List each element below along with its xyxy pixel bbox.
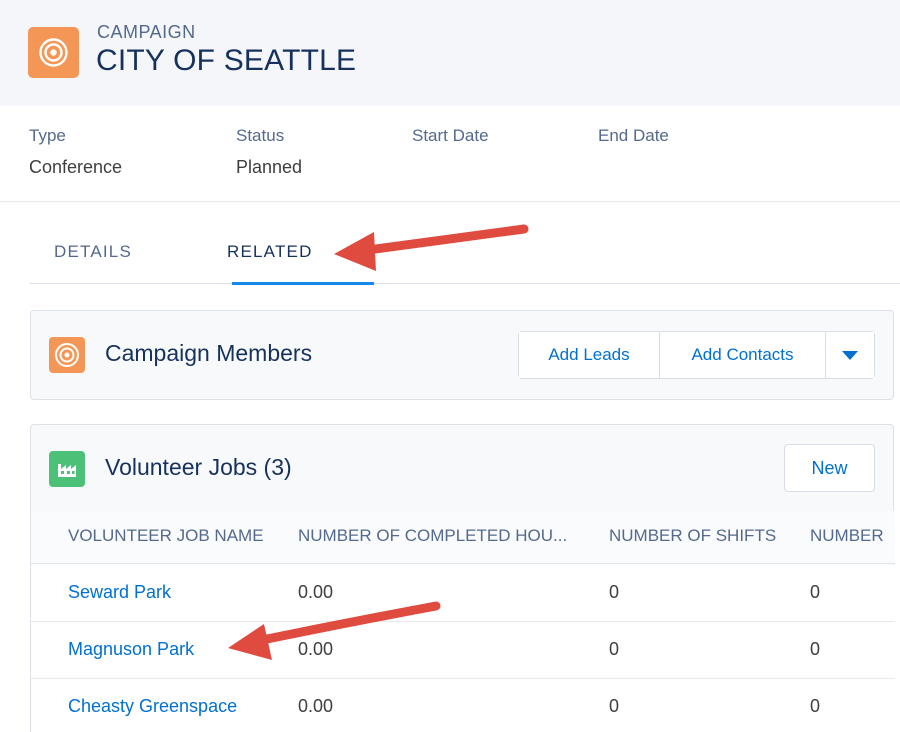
field-label-type: Type bbox=[29, 126, 66, 145]
shifts-cell: 0 bbox=[609, 639, 620, 659]
job-name-link[interactable]: Cheasty Greenspace bbox=[68, 696, 237, 717]
shifts-cell: 0 bbox=[609, 696, 620, 716]
number-cell: 0 bbox=[810, 582, 821, 602]
chevron-down-icon bbox=[842, 351, 858, 360]
column-header-job-name[interactable]: VOLUNTEER JOB NAME bbox=[68, 526, 293, 546]
field-label-start-date: Start Date bbox=[412, 126, 489, 145]
tab-related[interactable]: RELATED bbox=[227, 242, 313, 262]
column-header-completed-hours[interactable]: NUMBER OF COMPLETED HOU... bbox=[298, 526, 598, 546]
field-value-type: Conference bbox=[29, 157, 123, 177]
add-contacts-button[interactable]: Add Contacts bbox=[660, 332, 826, 378]
new-button[interactable]: New bbox=[784, 444, 875, 492]
field-label-status: Status bbox=[236, 126, 285, 145]
more-actions-button[interactable] bbox=[826, 332, 874, 378]
campaign-members-actions: Add Leads Add Contacts bbox=[518, 331, 875, 379]
completed-hours-cell: 0.00 bbox=[298, 582, 334, 602]
record-tabs: DETAILS RELATED bbox=[30, 232, 900, 285]
factory-icon bbox=[58, 464, 76, 477]
tab-details[interactable]: DETAILS bbox=[54, 242, 132, 262]
highlights-panel: Type Conference Status Planned Start Dat… bbox=[0, 106, 900, 202]
job-name-link[interactable]: Magnuson Park bbox=[68, 639, 194, 660]
campaign-members-icon bbox=[49, 337, 85, 373]
table-row: Seward Park 0.00 0 0 bbox=[31, 565, 895, 622]
volunteer-job-icon bbox=[49, 451, 85, 487]
completed-hours-cell: 0.00 bbox=[298, 639, 334, 659]
table-row: Cheasty Greenspace 0.00 0 0 bbox=[31, 679, 895, 732]
volunteer-jobs-title[interactable]: Volunteer Jobs (3) bbox=[105, 454, 292, 481]
field-value-status: Planned bbox=[236, 157, 303, 177]
shifts-cell: 0 bbox=[609, 582, 620, 602]
campaign-icon bbox=[28, 27, 79, 78]
active-tab-indicator bbox=[232, 282, 374, 285]
field-label-end-date: End Date bbox=[598, 126, 669, 145]
campaign-target-icon bbox=[39, 38, 68, 67]
table-header: VOLUNTEER JOB NAME NUMBER OF COMPLETED H… bbox=[31, 511, 895, 564]
record-header: CAMPAIGN CITY OF SEATTLE bbox=[0, 0, 900, 106]
campaign-members-card: Campaign Members Add Leads Add Contacts bbox=[30, 310, 894, 400]
campaign-target-icon bbox=[55, 343, 79, 367]
completed-hours-cell: 0.00 bbox=[298, 696, 334, 716]
add-leads-button[interactable]: Add Leads bbox=[519, 332, 660, 378]
column-header-shifts[interactable]: NUMBER OF SHIFTS bbox=[609, 526, 809, 546]
table-row: Magnuson Park 0.00 0 0 bbox=[31, 622, 895, 679]
number-cell: 0 bbox=[810, 696, 821, 716]
campaign-members-title[interactable]: Campaign Members bbox=[105, 340, 312, 367]
column-header-number[interactable]: NUMBER bbox=[810, 526, 895, 546]
record-title: CITY OF SEATTLE bbox=[96, 44, 357, 77]
job-name-link[interactable]: Seward Park bbox=[68, 582, 171, 603]
number-cell: 0 bbox=[810, 639, 821, 659]
volunteer-jobs-card: Volunteer Jobs (3) New VOLUNTEER JOB NAM… bbox=[30, 424, 895, 732]
object-type-label: CAMPAIGN bbox=[97, 22, 196, 42]
